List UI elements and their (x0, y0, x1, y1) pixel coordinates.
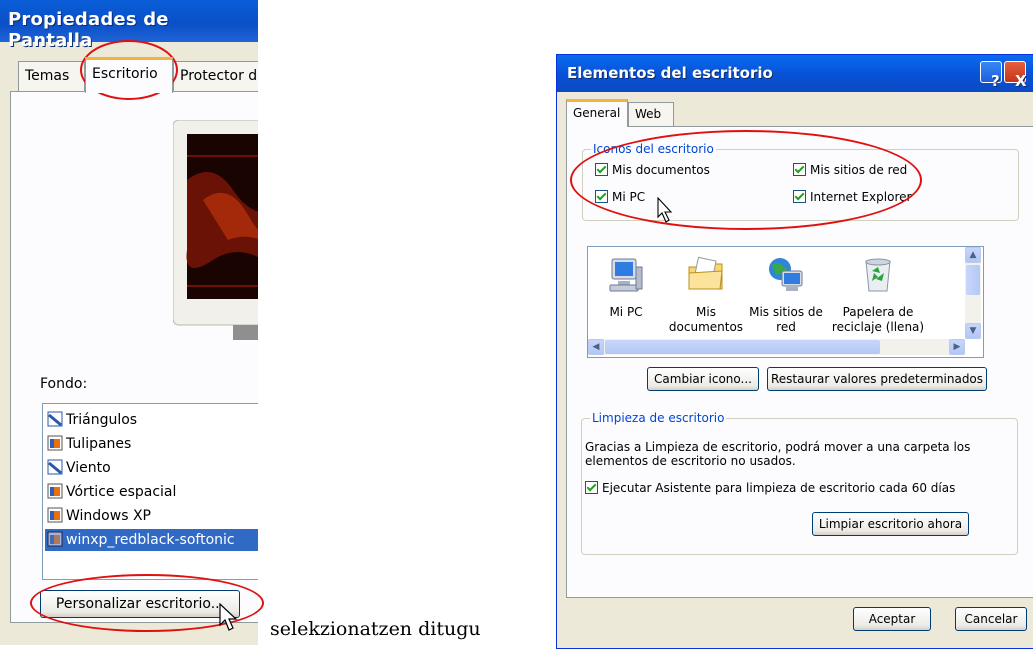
group-label: Iconos del escritorio (591, 142, 716, 156)
jpeg-file-icon (47, 507, 63, 523)
desktop-icons-group: Iconos del escritorio Mis documentos Mis… (582, 142, 1019, 221)
jpeg-file-icon (47, 435, 63, 451)
scroll-thumb[interactable] (605, 340, 880, 354)
cleanup-description: Gracias a Limpieza de escritorio, podrá … (585, 440, 971, 468)
checkbox-mis-documentos[interactable]: Mis documentos (595, 163, 710, 178)
my-documents-icon (688, 256, 723, 290)
icon-preview-list[interactable]: Mi PC Mis documentos Mis sitios de red P… (587, 246, 984, 358)
checkbox-mi-pc[interactable]: Mi PC (595, 190, 645, 205)
checkbox-internet-explorer[interactable]: Internet Explorer (793, 190, 911, 205)
my-computer-icon (609, 258, 643, 292)
icon-item-papelera[interactable]: Papelera de reciclaje (llena) (828, 255, 928, 335)
checkbox-checked-icon (585, 481, 598, 494)
tab-protector[interactable]: Protector d (173, 61, 258, 91)
customize-desktop-button[interactable]: Personalizar escritorio... (40, 590, 240, 618)
title-bar[interactable]: Elementos del escritorio ? X (557, 55, 1033, 92)
tab-web[interactable]: Web (628, 102, 674, 126)
dialog-title: Propiedades de Pantalla (8, 9, 169, 51)
scroll-down-icon[interactable]: ▼ (965, 323, 981, 339)
tab-escritorio[interactable]: Escritorio (85, 57, 173, 93)
icon-item-mis-sitios-de-red[interactable]: Mis sitios de red (746, 255, 826, 335)
ok-button[interactable]: Aceptar (853, 607, 931, 631)
jpeg-file-icon (47, 531, 63, 547)
list-item-selected[interactable]: winxp_redblack-softonic (45, 529, 258, 551)
title-bar[interactable]: Propiedades de Pantalla (0, 0, 258, 51)
checkbox-mis-sitios-de-red[interactable]: Mis sitios de red (793, 163, 907, 178)
dialog-title: Elementos del escritorio (567, 64, 773, 82)
tab-general[interactable]: General (566, 99, 628, 127)
list-item[interactable]: Triángulos (47, 409, 137, 431)
background-label: Fondo: (40, 376, 88, 392)
checkbox-checked-icon (793, 163, 806, 176)
clean-desktop-now-button[interactable]: Limpiar escritorio ahora (812, 512, 969, 536)
help-button[interactable]: ? (980, 61, 1002, 90)
tab-temas[interactable]: Temas (18, 61, 85, 91)
checkbox-checked-icon (595, 163, 608, 176)
help-icon: ? (991, 72, 1000, 90)
recycle-bin-full-icon (865, 258, 891, 292)
checkbox-run-cleanup-wizard[interactable]: Ejecutar Asistente para limpieza de escr… (585, 481, 955, 496)
close-icon: X (1015, 72, 1027, 90)
monitor-preview (173, 120, 258, 340)
icon-item-mi-pc[interactable]: Mi PC (586, 255, 666, 320)
cancel-button[interactable]: Cancelar (955, 607, 1027, 631)
image-file-icon (47, 459, 63, 475)
list-item[interactable]: Viento (47, 457, 111, 479)
desktop-items-dialog: Elementos del escritorio ? X General Web… (556, 54, 1033, 649)
display-properties-dialog: Propiedades de Pantalla Temas Escritorio… (0, 0, 258, 645)
mouse-cursor-icon (657, 197, 673, 223)
list-item[interactable]: Windows XP (47, 505, 151, 527)
icon-item-mis-documentos[interactable]: Mis documentos (666, 255, 746, 335)
vertical-scrollbar[interactable]: ▲ ▼ (965, 247, 981, 339)
change-icon-button[interactable]: Cambiar icono... (647, 367, 759, 391)
list-item[interactable]: Vórtice espacial (47, 481, 176, 503)
checkbox-checked-icon (793, 190, 806, 203)
list-item[interactable]: Tulipanes (47, 433, 131, 455)
network-places-icon (769, 258, 803, 291)
group-label: Limpieza de escritorio (590, 411, 727, 425)
mouse-cursor-icon (219, 603, 238, 631)
scroll-left-icon[interactable]: ◀ (588, 339, 604, 355)
desktop-cleanup-group: Limpieza de escritorio Gracias a Limpiez… (581, 411, 1018, 555)
jpeg-file-icon (47, 483, 63, 499)
caption-text: selekzionatzen ditugu (270, 618, 481, 640)
horizontal-scrollbar[interactable]: ◀ ▶ (588, 339, 965, 355)
scroll-thumb[interactable] (966, 265, 980, 295)
wallpaper-list[interactable]: Triángulos Tulipanes Viento Vórtice espa… (42, 403, 258, 580)
scroll-up-icon[interactable]: ▲ (965, 247, 981, 263)
image-file-icon (47, 411, 63, 427)
restore-defaults-button[interactable]: Restaurar valores predeterminados (767, 367, 987, 391)
close-button[interactable]: X (1004, 61, 1027, 90)
scroll-right-icon[interactable]: ▶ (949, 339, 965, 355)
checkbox-checked-icon (595, 190, 608, 203)
